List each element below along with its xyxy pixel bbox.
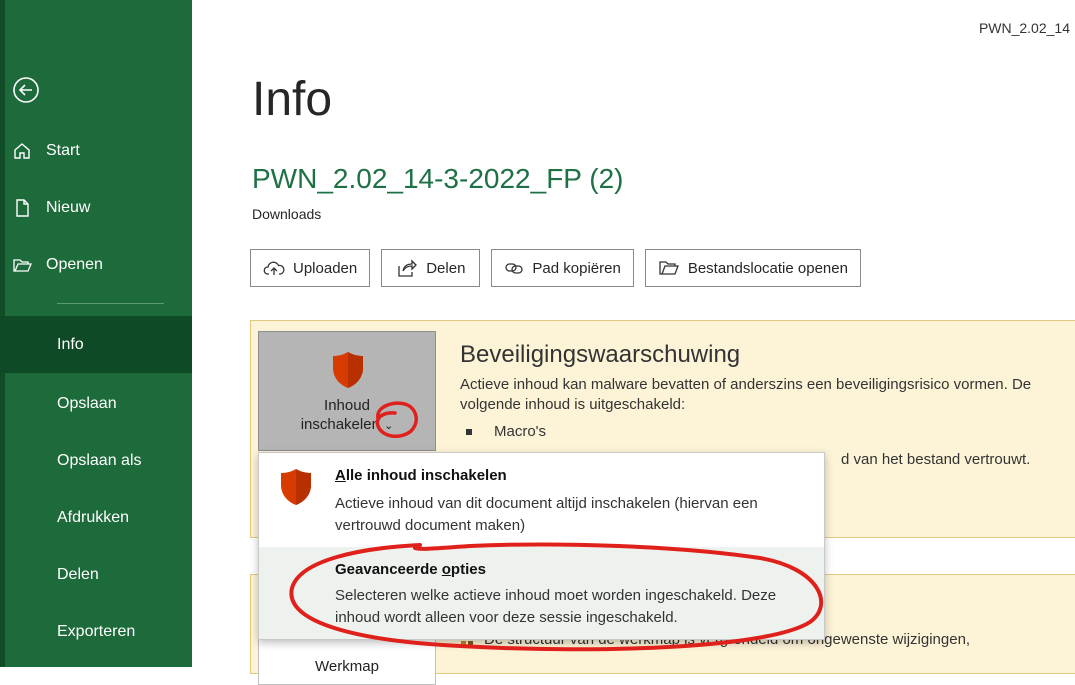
sidebar-item-label: Opslaan (57, 394, 117, 412)
menu-item-enable-all-content[interactable]: Alle inhoud inschakelen Actieve inhoud v… (259, 453, 824, 547)
window-document-title: PWN_2.02_14 (978, 20, 1070, 36)
upload-button[interactable]: Uploaden (250, 249, 371, 287)
open-file-location-button[interactable]: Bestandslocatie openen (644, 249, 861, 287)
sidebar-item-info[interactable]: Info (0, 316, 192, 373)
document-location: Downloads (252, 206, 322, 222)
menu-item-title: Alle inhoud inschakelen (335, 467, 507, 484)
sidebar-item-openen[interactable]: Openen (0, 236, 192, 293)
sidebar-item-opslaan[interactable]: Opslaan (0, 375, 192, 432)
sidebar-item-opslaan-als[interactable]: Opslaan als (0, 432, 192, 489)
disabled-content-item: Macro's (466, 423, 546, 440)
enable-content-dropdown: Alle inhoud inschakelen Actieve inhoud v… (258, 452, 825, 640)
bullet-icon (466, 428, 472, 435)
back-arrow-icon (13, 77, 39, 103)
enable-content-line2: inschakelen ⌄ (259, 415, 435, 436)
folder-open-icon (659, 261, 679, 275)
sidebar-item-label: Info (57, 335, 84, 353)
sidebar-item-afdrukken[interactable]: Afdrukken (0, 489, 192, 546)
sidebar-item-label: Delen (57, 565, 99, 583)
home-icon (12, 141, 32, 161)
security-warning-text: Actieve inhoud kan malware bevatten of a… (460, 376, 1032, 413)
sidebar-item-nieuw[interactable]: Nieuw (0, 179, 192, 236)
security-warning-title: Beveiligingswaarschuwing (460, 341, 741, 368)
sidebar-item-delen[interactable]: Delen (0, 546, 192, 603)
sidebar-item-exporteren[interactable]: Exporteren (0, 603, 192, 660)
accelerator-key: o (441, 561, 451, 578)
enable-content-line1: Inhoud (324, 397, 370, 414)
share-icon (398, 259, 418, 277)
upload-label: Uploaden (293, 259, 358, 277)
menu-item-title-text: Geavanceerde (335, 561, 442, 578)
menu-item-title-text-end: pties (450, 561, 486, 578)
menu-item-title: Geavanceerde opties (335, 561, 486, 578)
new-document-icon (12, 198, 32, 218)
document-actions: Uploaden Delen Pad kopiëren Bestandsloca… (250, 249, 861, 287)
sidebar-item-label: Nieuw (46, 198, 91, 216)
share-label: Delen (426, 259, 466, 277)
accelerator-key: A (335, 467, 346, 484)
copy-path-button[interactable]: Pad kopiëren (491, 249, 634, 287)
shield-icon (333, 352, 363, 388)
document-name: PWN_2.02_14-3-2022_FP (2) (252, 163, 624, 194)
sidebar-item-label: Start (46, 141, 80, 159)
menu-item-description: Actieve inhoud van dit document altijd i… (335, 495, 758, 534)
open-file-location-label: Bestandslocatie openen (687, 259, 848, 277)
menu-item-description: Selecteren welke actieve inhoud moet wor… (335, 587, 777, 626)
menu-item-title-text: lle inhoud inschakelen (345, 467, 507, 484)
back-button[interactable] (10, 74, 42, 106)
sidebar-item-label: Openen (46, 255, 103, 273)
menu-item-advanced-options[interactable]: Geavanceerde opties Selecteren welke act… (259, 547, 824, 639)
backstage-sidebar: Start Nieuw Openen Info Opslaan Opslaan … (0, 0, 192, 667)
disabled-content-label: Macro's (494, 423, 547, 440)
page-title: Info (252, 73, 333, 126)
copy-path-label: Pad kopiëren (532, 259, 621, 277)
enable-content-line2-text: inschakelen (300, 416, 380, 433)
sidebar-item-label: Afdrukken (57, 508, 130, 526)
shield-icon (281, 469, 311, 505)
sidebar-item-start[interactable]: Start (0, 122, 192, 179)
enable-content-label: Inhoud inschakelen ⌄ (259, 396, 435, 436)
link-icon (505, 263, 524, 274)
share-button[interactable]: Delen (381, 249, 481, 287)
cloud-upload-icon (263, 261, 285, 275)
sidebar-item-label: Exporteren (57, 622, 136, 640)
security-warning-tail-text: d van het bestand vertrouwt. (841, 451, 1031, 468)
enable-content-button[interactable]: Inhoud inschakelen ⌄ (258, 331, 436, 451)
sidebar-divider (57, 303, 164, 304)
chevron-down-icon[interactable]: ⌄ (384, 420, 393, 432)
folder-open-icon (12, 255, 32, 275)
sidebar-item-label: Opslaan als (57, 451, 142, 469)
